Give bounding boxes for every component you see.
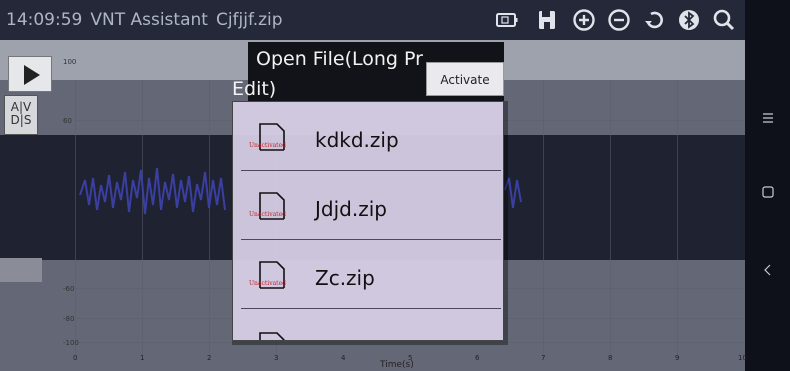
x-axis-label: Time(s) [380, 360, 414, 370]
zip-file-icon [257, 329, 287, 340]
file-list-item[interactable] [233, 309, 503, 340]
undo-icon[interactable] [642, 8, 666, 32]
channel-toggle-button[interactable]: A|V D|S [4, 95, 38, 135]
x-tick-label: 0 [73, 354, 78, 362]
current-file-name: Cjfjjf.zip [215, 10, 283, 30]
x-tick-label: 6 [475, 354, 480, 362]
grid-line [677, 80, 678, 355]
x-tick-label: 8 [608, 354, 613, 362]
x-tick-label: 10 [738, 354, 747, 362]
battery-icon[interactable] [495, 8, 519, 32]
y-tick-label: -100 [63, 339, 79, 347]
app-title: VNT Assistant [90, 10, 208, 30]
file-list-item[interactable]: Unactivated kdkd.zip [233, 102, 503, 171]
grid-line [610, 80, 611, 355]
menu-icon[interactable] [760, 110, 776, 126]
zoom-out-icon[interactable] [607, 8, 631, 32]
file-name: Zc.zip [315, 266, 375, 290]
x-tick-label: 3 [274, 354, 279, 362]
back-icon[interactable] [760, 262, 776, 278]
x-tick-label: 4 [341, 354, 346, 362]
save-icon[interactable] [535, 8, 559, 32]
y-tick-label: -60 [63, 285, 75, 293]
x-tick-label: 2 [207, 354, 212, 362]
x-tick-label: 9 [675, 354, 680, 362]
channel-toggle-label-bottom: D|S [10, 113, 32, 127]
status-bar: 14:09:59 VNT Assistant Cjfjjf.zip [0, 0, 745, 40]
file-name: kdkd.zip [315, 128, 399, 152]
y-tick-label: -80 [63, 315, 75, 323]
clock: 14:09:59 [6, 10, 83, 30]
navigation-bar [745, 0, 790, 371]
zoom-in-icon[interactable] [572, 8, 596, 32]
unactivated-badge: Unactivated [249, 280, 286, 287]
grid-line [543, 80, 544, 355]
file-name: Jdjd.zip [315, 197, 387, 221]
bluetooth-icon[interactable] [677, 8, 701, 32]
y-tick-label: 100 [63, 58, 77, 66]
x-tick-label: 7 [541, 354, 546, 362]
unactivated-badge: Unactivated [249, 142, 286, 149]
file-list-item[interactable]: Unactivated Jdjd.zip [233, 171, 503, 240]
y-tick-label: 60 [63, 117, 72, 125]
dialog-title-line2: Edit) [232, 78, 277, 100]
search-icon[interactable] [712, 8, 736, 32]
unactivated-badge: Unactivated [249, 211, 286, 218]
x-tick-label: 1 [140, 354, 145, 362]
activate-button[interactable]: Activate [426, 62, 504, 96]
file-list[interactable]: Unactivated kdkd.zip Unactivated Jdjd.zi… [232, 101, 504, 341]
side-strip [0, 258, 42, 282]
file-list-item[interactable]: Unactivated Zc.zip [233, 240, 503, 309]
home-icon[interactable] [760, 184, 776, 200]
play-button[interactable] [8, 56, 52, 92]
